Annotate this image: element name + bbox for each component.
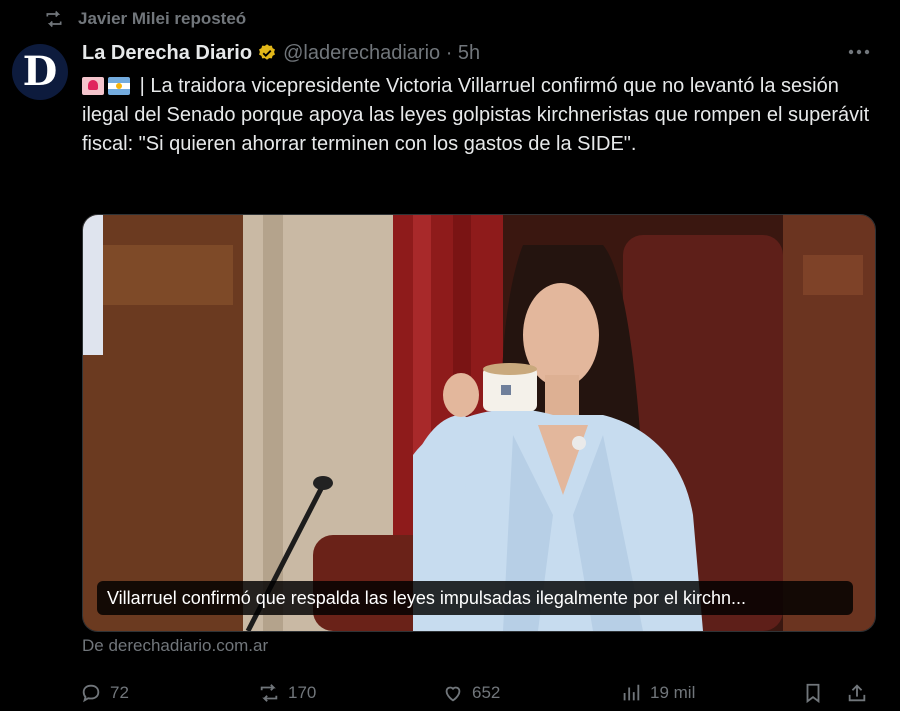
avatar[interactable]: D bbox=[12, 44, 68, 100]
media-card[interactable]: Villarruel confirmó que respalda las ley… bbox=[82, 214, 876, 632]
repost-button[interactable]: 170 bbox=[258, 678, 316, 708]
tweet-body: | La traidora vicepresidente Victoria Vi… bbox=[82, 75, 870, 155]
tweet-header: La Derecha Diario @laderechadiario · 5h bbox=[82, 38, 480, 68]
like-count: 652 bbox=[472, 683, 501, 702]
share-button[interactable] bbox=[846, 678, 868, 708]
media-caption: Villarruel confirmó que respalda las ley… bbox=[97, 581, 853, 615]
repost-label: Javier Milei reposteó bbox=[78, 9, 247, 28]
repost-icon bbox=[46, 10, 62, 28]
views-count: 19 mil bbox=[650, 683, 696, 702]
like-button[interactable]: 652 bbox=[442, 678, 500, 708]
verified-badge-icon[interactable] bbox=[257, 43, 277, 63]
bookmark-icon bbox=[806, 683, 820, 704]
police-light-emoji bbox=[82, 77, 104, 95]
repost-icon bbox=[260, 684, 278, 702]
bookmark-button[interactable] bbox=[802, 678, 824, 708]
link-source[interactable]: De derechadiario.com.ar bbox=[82, 636, 268, 656]
views-button[interactable]: 19 mil bbox=[620, 678, 695, 708]
argentina-flag-emoji bbox=[108, 77, 130, 95]
reply-icon bbox=[82, 684, 100, 703]
reply-button[interactable]: 72 bbox=[80, 678, 129, 708]
avatar-letter: D bbox=[22, 48, 58, 95]
author-handle-time[interactable]: @laderechadiario · 5h bbox=[283, 42, 480, 65]
repost-indicator[interactable]: Javier Milei reposteó bbox=[44, 6, 246, 32]
media-image bbox=[83, 215, 875, 631]
repost-count: 170 bbox=[288, 683, 317, 702]
author-name[interactable]: La Derecha Diario bbox=[82, 42, 252, 65]
heart-icon bbox=[445, 686, 461, 702]
more-icon bbox=[848, 49, 870, 55]
more-options-button[interactable] bbox=[846, 40, 872, 64]
share-icon bbox=[848, 684, 866, 702]
reply-count: 72 bbox=[110, 683, 129, 702]
views-icon bbox=[623, 684, 640, 701]
tweet-text: | La traidora vicepresidente Victoria Vi… bbox=[82, 72, 872, 159]
action-bar: 72 170 652 19 mil bbox=[80, 678, 880, 708]
